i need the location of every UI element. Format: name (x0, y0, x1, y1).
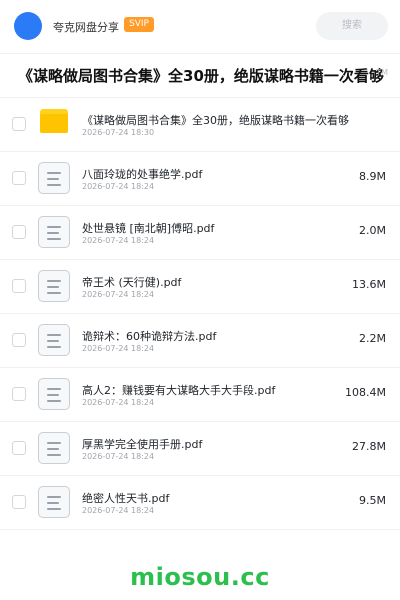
folder-icon (40, 109, 68, 133)
row-checkbox[interactable] (12, 225, 26, 239)
list-item[interactable]: 处世悬镜 [南北朝]傅昭.pdf 2026-07-24 18:24 2.0M (0, 206, 400, 260)
file-name: 高人2：赚钱要有大谋略大手大手段.pdf (82, 384, 276, 397)
file-date: 2026-07-24 18:30 (82, 128, 155, 137)
file-size: 9.5M (359, 494, 386, 507)
file-size: 2.2M (359, 332, 386, 345)
pdf-file-icon (38, 486, 70, 518)
file-name: 诡辩术：60种诡辩方法.pdf (82, 330, 217, 343)
file-name: 绝密人性天书.pdf (82, 492, 170, 505)
avatar[interactable] (14, 12, 42, 40)
row-checkbox[interactable] (12, 279, 26, 293)
file-name: 《谋略做局图书合集》全30册，绝版谋略书籍一次看够 (82, 114, 349, 127)
pdf-file-icon (38, 432, 70, 464)
file-name: 帝王术 (天行健).pdf (82, 276, 182, 289)
row-checkbox[interactable] (12, 117, 26, 131)
list-item[interactable]: 帝王术 (天行健).pdf 2026-07-24 18:24 13.6M (0, 260, 400, 314)
row-checkbox[interactable] (12, 333, 26, 347)
pdf-file-icon (38, 162, 70, 194)
top-bar: 夸克网盘分享 SVIP 搜索 (0, 0, 400, 54)
file-date: 2026-07-24 18:24 (82, 506, 155, 515)
search-box[interactable]: 搜索 (316, 12, 388, 40)
title-overflow-hint: TM (376, 68, 388, 77)
list-item[interactable]: 高人2：赚钱要有大谋略大手大手段.pdf 2026-07-24 18:24 10… (0, 368, 400, 422)
row-checkbox[interactable] (12, 387, 26, 401)
file-date: 2026-07-24 18:24 (82, 398, 155, 407)
file-date: 2026-07-24 18:24 (82, 236, 155, 245)
file-size: 108.4M (345, 386, 386, 399)
svip-badge: SVIP (124, 17, 154, 32)
file-name: 八面玲珑的处事绝学.pdf (82, 168, 203, 181)
file-date: 2026-07-24 18:24 (82, 344, 155, 353)
list-item[interactable]: 八面玲珑的处事绝学.pdf 2026-07-24 18:24 8.9M (0, 152, 400, 206)
list-item[interactable]: 绝密人性天书.pdf 2026-07-24 18:24 9.5M (0, 476, 400, 530)
pdf-file-icon (38, 378, 70, 410)
file-size: 2.0M (359, 224, 386, 237)
pdf-file-icon (38, 324, 70, 356)
file-name: 厚黑学完全使用手册.pdf (82, 438, 203, 451)
site-watermark: miosou.cc (130, 563, 270, 591)
pdf-file-icon (38, 270, 70, 302)
file-date: 2026-07-24 18:24 (82, 452, 155, 461)
file-size: 8.9M (359, 170, 386, 183)
row-checkbox[interactable] (12, 171, 26, 185)
row-checkbox[interactable] (12, 441, 26, 455)
file-size: 13.6M (352, 278, 386, 291)
list-item[interactable]: 《谋略做局图书合集》全30册，绝版谋略书籍一次看够 2026-07-24 18:… (0, 98, 400, 152)
file-list: 《谋略做局图书合集》全30册，绝版谋略书籍一次看够 2026-07-24 18:… (0, 98, 400, 530)
list-item[interactable]: 厚黑学完全使用手册.pdf 2026-07-24 18:24 27.8M (0, 422, 400, 476)
file-date: 2026-07-24 18:24 (82, 182, 155, 191)
pdf-file-icon (38, 216, 70, 248)
list-item[interactable]: 诡辩术：60种诡辩方法.pdf 2026-07-24 18:24 2.2M (0, 314, 400, 368)
file-name: 处世悬镜 [南北朝]傅昭.pdf (82, 222, 215, 235)
file-size: 27.8M (352, 440, 386, 453)
sharer-name: 夸克网盘分享 (53, 21, 119, 34)
row-checkbox[interactable] (12, 495, 26, 509)
file-date: 2026-07-24 18:24 (82, 290, 155, 299)
page-title: 《谋略做局图书合集》全30册，绝版谋略书籍一次看够 (0, 54, 400, 98)
